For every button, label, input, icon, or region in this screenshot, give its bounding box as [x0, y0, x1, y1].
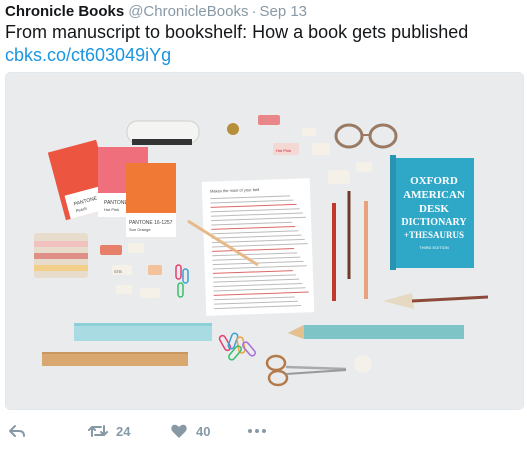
dictionary-edition: THIRD EDITION — [419, 245, 449, 250]
dictionary-line-2: AMERICAN — [403, 189, 465, 201]
eraser-white-5 — [140, 288, 160, 298]
stapler — [126, 120, 200, 145]
tweet-link[interactable]: cbks.co/ct603049iYg — [5, 44, 171, 66]
more-button[interactable] — [247, 420, 267, 442]
author-handle[interactable]: @ChronicleBooks — [128, 3, 248, 20]
retweet-icon — [88, 425, 108, 437]
eraser-white-2 — [356, 162, 372, 172]
pencil-sharpener — [227, 123, 239, 135]
pantone-card-sun-orange: PANTONE 16-1257 Sun Orange — [126, 163, 176, 237]
reply-button[interactable] — [8, 420, 26, 442]
eraser-pink — [258, 115, 280, 125]
tweet-date[interactable]: Sep 13 — [259, 3, 307, 20]
blue-ruler — [74, 323, 212, 341]
retweet-count: 24 — [116, 423, 131, 439]
retweet-button[interactable]: 24 — [88, 420, 130, 442]
eraser-orange — [100, 245, 122, 255]
eraser-white-3 — [128, 243, 144, 253]
svg-text:PANTONE: PANTONE — [104, 200, 128, 206]
more-icon — [248, 429, 266, 433]
like-button[interactable]: 40 — [170, 420, 210, 442]
svg-text:PANTONE 16-1257: PANTONE 16-1257 — [129, 220, 173, 226]
eraser-label-stb: STB — [114, 269, 122, 274]
header-separator: · — [251, 3, 257, 20]
dictionary-line-5: +THESAURUS — [404, 230, 464, 240]
author-name[interactable]: Chronicle Books — [5, 3, 124, 20]
svg-text:Hot Pink: Hot Pink — [104, 207, 119, 212]
like-count: 40 — [196, 423, 211, 439]
tape-rolls — [34, 233, 88, 278]
dictionary-line-4: DICTIONARY — [401, 217, 467, 228]
tweet-text: From manuscript to bookshelf: How a book… — [5, 22, 469, 42]
dictionary: OXFORD AMERICAN DESK DICTIONARY +THESAUR… — [390, 155, 474, 270]
heart-icon — [171, 424, 187, 438]
svg-text:Sun Orange: Sun Orange — [129, 227, 151, 232]
eraser-peach — [148, 265, 162, 275]
eraser-white-1 — [328, 170, 350, 184]
green-ruler — [288, 325, 464, 339]
dictionary-line-3: DESK — [419, 203, 449, 215]
eraser-white-6 — [116, 285, 132, 294]
eraser-label-hot-pink: Hot Pink — [276, 148, 291, 153]
flat-lay-photo: PANTONE Peach PANTONE Hot Pink PANTONE 1… — [6, 73, 523, 409]
tweet-actions: 24 40 — [0, 416, 527, 446]
wood-ruler — [42, 352, 188, 366]
reply-icon — [9, 425, 25, 437]
tweet-card: Chronicle Books @ChronicleBooks · Sep 13 Fr… — [0, 0, 527, 451]
tweet-header: Chronicle Books @ChronicleBooks · Sep 13 — [5, 3, 307, 20]
dictionary-line-1: OXFORD — [410, 175, 458, 187]
eraser-round — [354, 355, 372, 373]
eraser-small-2 — [312, 143, 330, 155]
eraser-small — [302, 128, 316, 136]
tweet-photo[interactable]: PANTONE Peach PANTONE Hot Pink PANTONE 1… — [5, 72, 524, 410]
